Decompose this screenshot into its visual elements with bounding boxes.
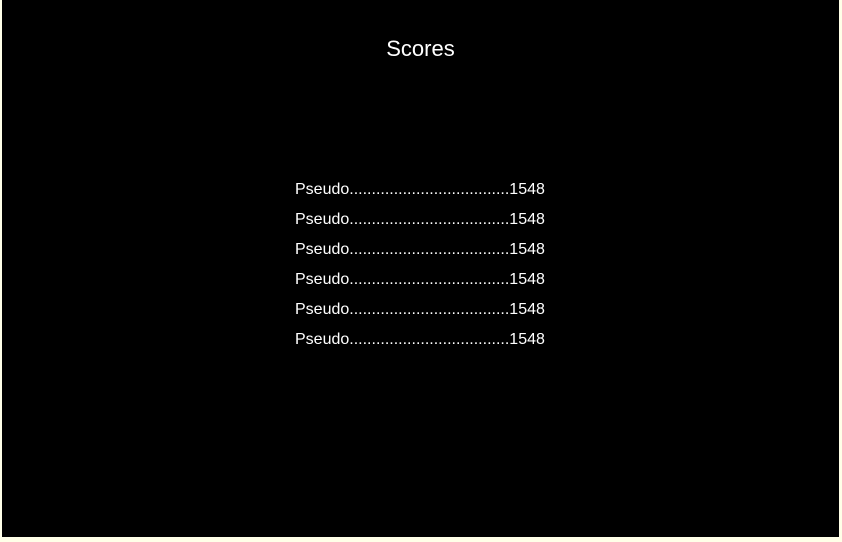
- player-name: Pseudo: [295, 331, 350, 348]
- player-name: Pseudo: [295, 211, 350, 228]
- player-score: 1548: [509, 331, 545, 348]
- leader-dots: ....................................: [349, 301, 510, 318]
- player-name: Pseudo: [295, 301, 350, 318]
- score-row: Pseudo..................................…: [295, 239, 547, 269]
- player-name: Pseudo: [295, 271, 350, 288]
- player-score: 1548: [509, 241, 545, 258]
- score-row: Pseudo..................................…: [295, 299, 547, 329]
- score-row: Pseudo..................................…: [295, 329, 547, 359]
- score-row: Pseudo..................................…: [295, 269, 547, 299]
- leader-dots: ....................................: [349, 211, 510, 228]
- scores-title: Scores: [386, 36, 455, 61]
- score-row: Pseudo..................................…: [295, 179, 547, 209]
- leader-dots: ....................................: [349, 331, 510, 348]
- score-list: Pseudo..................................…: [295, 179, 547, 359]
- leader-dots: ....................................: [349, 241, 510, 258]
- player-score: 1548: [509, 271, 545, 288]
- player-score: 1548: [509, 301, 545, 318]
- player-name: Pseudo: [295, 181, 350, 198]
- player-name: Pseudo: [295, 241, 350, 258]
- score-row: Pseudo..................................…: [295, 209, 547, 239]
- player-score: 1548: [509, 211, 545, 228]
- leader-dots: ....................................: [349, 271, 510, 288]
- player-score: 1548: [509, 181, 545, 198]
- scores-screen: Scores Pseudo...........................…: [2, 0, 839, 537]
- leader-dots: ....................................: [349, 181, 510, 198]
